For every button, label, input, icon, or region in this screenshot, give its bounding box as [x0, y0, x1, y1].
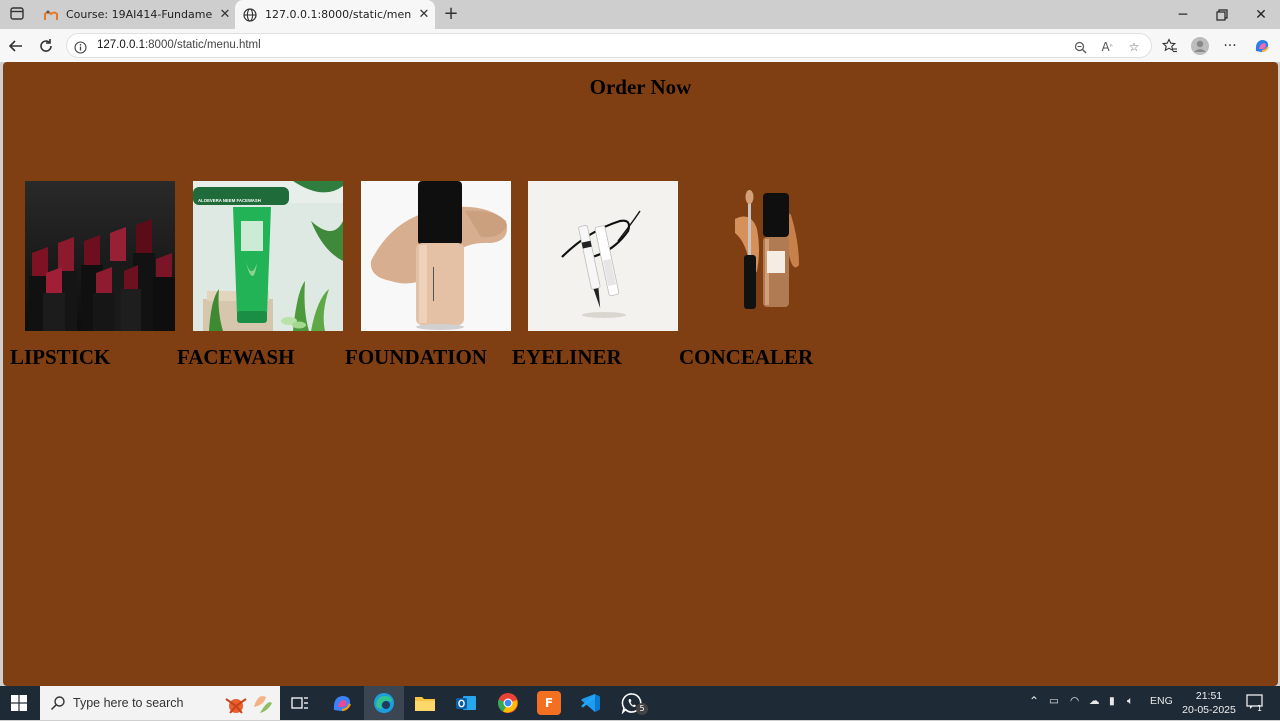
- wifi-icon[interactable]: ◠: [1070, 695, 1079, 707]
- close-window-icon[interactable]: ✕: [1238, 0, 1280, 29]
- product-label[interactable]: EYELINER: [512, 345, 622, 370]
- tab-actions-icon[interactable]: [6, 4, 28, 24]
- onedrive-icon[interactable]: ☁: [1089, 695, 1100, 707]
- file-explorer-icon[interactable]: [413, 691, 437, 715]
- search-icon: [50, 695, 66, 711]
- read-aloud-icon[interactable]: Aⁿ: [1099, 39, 1115, 55]
- taskbar-clock[interactable]: 21:51 20-05-2025: [1176, 689, 1242, 717]
- search-highlight-icon[interactable]: [220, 689, 276, 717]
- lipstick-image[interactable]: [25, 181, 175, 331]
- tray-expand-icon[interactable]: ⌃: [1029, 694, 1039, 708]
- moodle-favicon-icon: [44, 8, 58, 22]
- address-bar[interactable]: 127.0.0.1:8000/static/menu.html Aⁿ ☆: [66, 33, 1152, 58]
- product-foundation[interactable]: FOUNDATION: [345, 181, 511, 369]
- favorite-star-icon[interactable]: ☆: [1126, 39, 1142, 55]
- product-eyeliner[interactable]: EYELINER: [512, 181, 678, 369]
- product-label[interactable]: CONCEALER: [679, 345, 813, 370]
- tab-close-icon[interactable]: ✕: [415, 6, 433, 24]
- task-view-icon[interactable]: [288, 691, 312, 715]
- facewash-brand-subtext: ALOEVERA NEEM FACEWASH: [198, 198, 261, 203]
- url-text: 127.0.0.1:8000/static/menu.html: [97, 39, 261, 51]
- zoom-icon[interactable]: [1072, 39, 1088, 55]
- product-facewash[interactable]: ATTIQUE ALOEVERA NEEM FACEWASH FACEWASH: [177, 181, 343, 369]
- globe-favicon-icon: [243, 7, 257, 22]
- foxit-pdf-icon[interactable]: F: [537, 691, 561, 715]
- refresh-icon[interactable]: [35, 35, 57, 57]
- product-concealer[interactable]: CONCEALER: [679, 181, 845, 369]
- language-indicator[interactable]: ENG: [1150, 695, 1173, 707]
- vscode-icon[interactable]: [578, 691, 602, 715]
- product-label[interactable]: LIPSTICK: [10, 345, 110, 370]
- facewash-brand-text: ATTIQUE: [198, 191, 224, 197]
- more-options-icon[interactable]: ···: [1219, 35, 1241, 57]
- product-lipstick[interactable]: LIPSTICK: [10, 181, 175, 369]
- tab-course[interactable]: Course: 19AI414-Fundamentals of ✕: [36, 0, 234, 29]
- battery-icon[interactable]: ▮: [1109, 695, 1115, 707]
- tab-close-icon[interactable]: ✕: [216, 6, 234, 24]
- whatsapp-badge: 5: [636, 703, 648, 715]
- windows-taskbar: Type here to search F 5 ⌃ ▭ ◠ ☁ ▮ 🔈︎ ENG…: [0, 686, 1280, 720]
- meet-now-icon[interactable]: ▭: [1049, 695, 1059, 707]
- new-tab-icon[interactable]: +: [441, 4, 461, 24]
- url-path: :8000/static/menu.html: [144, 39, 261, 51]
- taskbar-search-box[interactable]: Type here to search: [40, 686, 280, 720]
- eyeliner-image[interactable]: [528, 181, 678, 331]
- edge-browser-icon[interactable]: [372, 691, 396, 715]
- clock-time: 21:51: [1195, 690, 1223, 702]
- foundation-image[interactable]: [361, 181, 511, 331]
- facewash-image[interactable]: ATTIQUE ALOEVERA NEEM FACEWASH: [193, 181, 343, 331]
- url-host: 127.0.0.1: [97, 39, 145, 51]
- favorites-icon[interactable]: [1159, 35, 1181, 57]
- browser-toolbar: 127.0.0.1:8000/static/menu.html Aⁿ ☆ ···: [0, 29, 1280, 62]
- search-placeholder: Type here to search: [73, 696, 184, 710]
- page-viewport: Order Now LIPSTICK ATTIQUE ALOEVERA NEEM…: [3, 62, 1278, 686]
- concealer-image[interactable]: [695, 181, 845, 331]
- back-icon[interactable]: [5, 35, 27, 57]
- chrome-icon[interactable]: [496, 691, 520, 715]
- browser-titlebar: Course: 19AI414-Fundamentals of ✕ 127.0.…: [0, 0, 1280, 29]
- copilot-app-icon[interactable]: [330, 691, 354, 715]
- windows-start-icon[interactable]: [11, 695, 27, 711]
- product-label[interactable]: FACEWASH: [177, 345, 294, 370]
- profile-avatar-icon[interactable]: [1189, 35, 1211, 57]
- page-heading: Order Now: [589, 75, 692, 99]
- copilot-icon[interactable]: [1251, 35, 1273, 57]
- outlook-icon[interactable]: [454, 691, 478, 715]
- site-info-icon[interactable]: [74, 39, 87, 54]
- tab-menu-page[interactable]: 127.0.0.1:8000/static/menu.html ✕: [235, 0, 435, 29]
- clock-date: 20-05-2025: [1182, 704, 1236, 716]
- notification-count: 1: [1257, 704, 1263, 713]
- volume-muted-icon[interactable]: 🔈︎: [1127, 695, 1133, 708]
- product-label[interactable]: FOUNDATION: [345, 345, 487, 370]
- tab-label: 127.0.0.1:8000/static/menu.html: [265, 8, 411, 21]
- tab-label: Course: 19AI414-Fundamentals of: [66, 8, 212, 21]
